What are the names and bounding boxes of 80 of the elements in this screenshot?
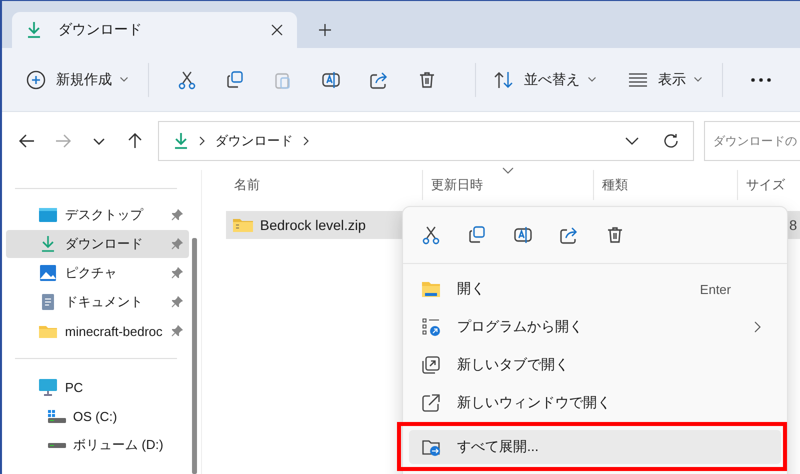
zip-folder-icon	[232, 217, 254, 233]
tab[interactable]: ダウンロード	[12, 12, 297, 48]
share-icon[interactable]	[559, 225, 579, 245]
new-window-icon	[421, 393, 441, 413]
tab-title: ダウンロード	[58, 21, 143, 39]
picture-icon	[38, 264, 58, 282]
menu-item-label: 開く	[457, 280, 485, 298]
scissors-icon[interactable]	[177, 70, 197, 90]
chevron-down-icon	[694, 77, 702, 82]
apps-icon	[421, 317, 441, 337]
rename-icon[interactable]	[513, 225, 533, 245]
sidebar-label: ダウンロード	[65, 235, 143, 253]
view-button[interactable]: 表示	[628, 70, 702, 88]
file-size: 8	[789, 217, 798, 233]
delete-icon[interactable]	[417, 70, 437, 90]
column-header[interactable]: サイズ	[737, 170, 789, 200]
menu-item-label: プログラムから開く	[457, 318, 583, 336]
sidebar-item[interactable]: デスクトップ	[6, 201, 189, 229]
menu-item[interactable]: 開く Enter	[409, 272, 781, 306]
new-tab-icon	[421, 355, 441, 375]
column-header[interactable]: 更新日時	[422, 170, 593, 200]
folder-icon	[421, 279, 441, 299]
shortcut-text: Enter	[700, 282, 731, 296]
plus-circle-icon	[26, 70, 46, 90]
menu-item[interactable]: 新しいタブで開く	[409, 348, 781, 382]
up-arrow-icon[interactable]	[126, 132, 144, 150]
chevron-right-icon	[754, 321, 761, 333]
share-icon[interactable]	[369, 70, 389, 90]
chevron-right-icon	[303, 136, 309, 146]
sidebar-label: OS (C:)	[73, 408, 118, 424]
new-tab-icon[interactable]	[319, 24, 331, 36]
sidebar-item[interactable]: ダウンロード	[6, 230, 189, 258]
desktop-icon	[38, 206, 58, 224]
rename-icon[interactable]	[321, 70, 341, 90]
list-view-icon	[628, 72, 648, 86]
drive-icon	[48, 410, 66, 422]
breadcrumb[interactable]: ダウンロード	[215, 132, 293, 150]
monitor-icon	[38, 378, 58, 396]
sidebar-label: ドキュメント	[65, 293, 143, 311]
sidebar-item[interactable]: ボリューム (D:)	[6, 431, 189, 459]
download-icon	[26, 21, 42, 39]
scissors-icon[interactable]	[421, 225, 441, 245]
sort-button[interactable]: 並べ替え	[494, 70, 596, 88]
sidebar-label: PC	[65, 380, 84, 394]
address-bar[interactable]: ダウンロード	[158, 121, 694, 161]
drive-icon	[48, 442, 66, 448]
copy-icon[interactable]	[225, 70, 245, 90]
copy-icon[interactable]	[467, 225, 487, 245]
chevron-down-icon	[120, 77, 128, 82]
download-icon	[173, 132, 189, 150]
menu-item[interactable]: すべて展開...	[409, 430, 781, 464]
menu-item-label: 新しいタブで開く	[457, 356, 569, 374]
chevron-down-icon	[588, 77, 596, 82]
sidebar-label: minecraft-bedroc	[65, 324, 163, 338]
sidebar-item[interactable]: ピクチャ	[6, 259, 189, 287]
sidebar-item[interactable]: minecraft-bedroc	[6, 317, 189, 345]
menu-item-label: すべて展開...	[457, 438, 539, 456]
file-name: Bedrock level.zip	[260, 217, 366, 233]
search-field[interactable]: ダウンロードの	[704, 121, 800, 161]
sidebar-label: デスクトップ	[65, 206, 143, 224]
delete-icon[interactable]	[605, 225, 625, 245]
sidebar-label: ピクチャ	[65, 264, 117, 282]
sort-arrows-icon	[494, 70, 514, 88]
more-icon[interactable]	[751, 78, 771, 82]
sidebar-item[interactable]: PC	[6, 373, 189, 401]
chevron-right-icon	[199, 136, 205, 146]
close-icon[interactable]	[271, 24, 283, 36]
sidebar-label: ボリューム (D:)	[73, 436, 164, 454]
column-header[interactable]: 名前	[226, 170, 422, 200]
chevron-down-icon[interactable]	[625, 137, 639, 145]
column-header[interactable]: 種類	[593, 170, 737, 200]
refresh-icon[interactable]	[663, 133, 679, 149]
menu-item[interactable]: 新しいウィンドウで開く	[409, 386, 781, 420]
sidebar-item[interactable]: OS (C:)	[6, 402, 189, 430]
scrollbar-thumb[interactable]	[192, 238, 197, 474]
menu-item[interactable]: プログラムから開く	[409, 310, 781, 344]
back-arrow-icon[interactable]	[18, 132, 36, 150]
new-button[interactable]: 新規作成	[26, 70, 128, 90]
sidebar-item[interactable]: ドキュメント	[6, 288, 189, 316]
menu-item-label: 新しいウィンドウで開く	[457, 394, 611, 412]
